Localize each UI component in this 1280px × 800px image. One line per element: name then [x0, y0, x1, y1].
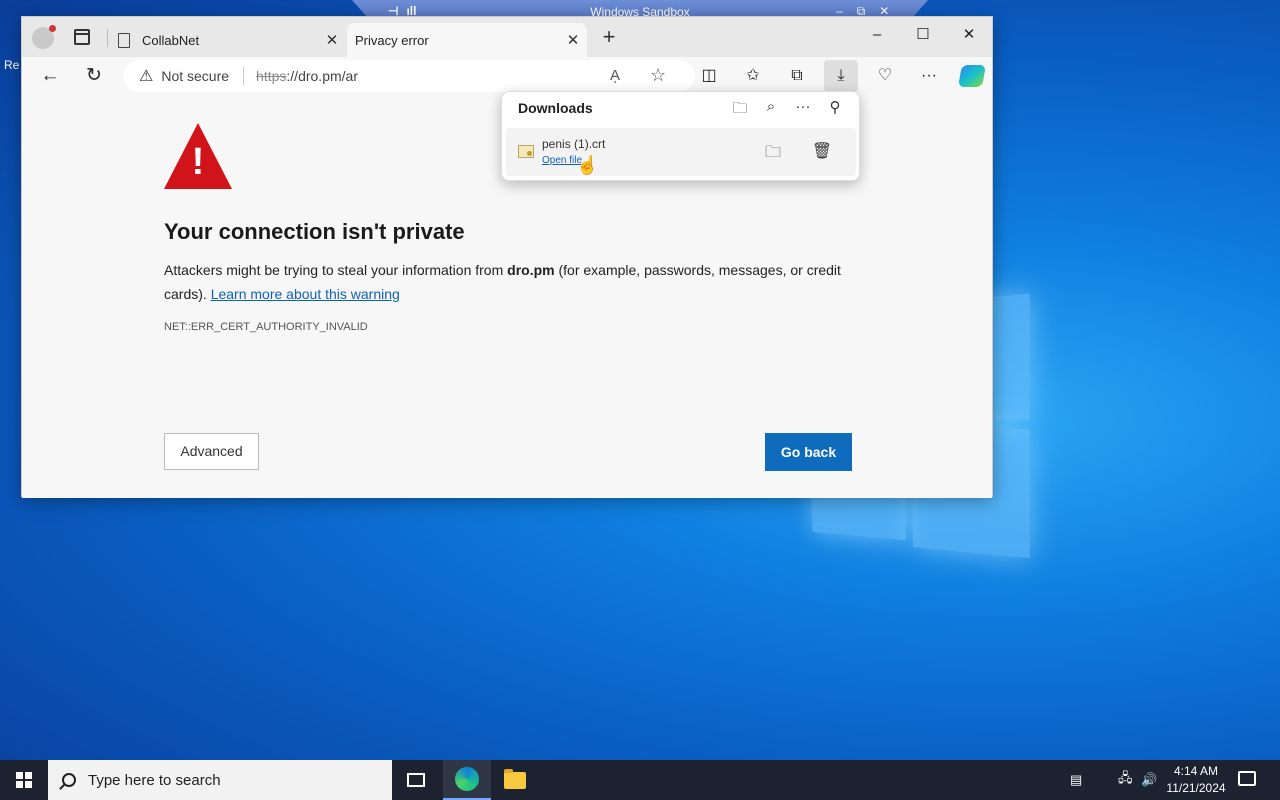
notification-icon[interactable] — [1238, 771, 1256, 786]
downloads-flyout: Downloads 🗀 ⌕ ··· ⚲ penis (1).crt Open f… — [501, 91, 860, 181]
tab-label: CollabNet — [142, 32, 200, 48]
collections-icon[interactable]: ⧉ — [786, 65, 808, 87]
tab-separator — [107, 29, 108, 47]
taskbar-search-input[interactable]: Type here to search — [48, 760, 392, 800]
error-description: Attackers might be trying to steal your … — [164, 258, 864, 306]
show-in-folder-icon[interactable]: 🗀 — [762, 141, 784, 168]
pin-icon[interactable]: ⚲ — [825, 98, 845, 116]
warning-exclamation: ! — [191, 141, 205, 183]
address-divider — [243, 67, 245, 85]
delete-icon[interactable]: 🗑 — [811, 141, 833, 161]
download-item[interactable]: penis (1).crt Open file 🗀 🗑 — [506, 128, 856, 176]
read-aloud-icon[interactable]: Aͅ — [610, 67, 620, 84]
warning-icon[interactable]: ⚠ — [139, 66, 153, 86]
task-view-button[interactable] — [392, 760, 440, 800]
more-menu-icon[interactable]: ··· — [918, 65, 940, 87]
learn-more-link[interactable]: Learn more about this warning — [211, 286, 400, 302]
not-secure-label[interactable]: Not secure — [161, 68, 229, 84]
window-controls: – ☐ ✕ — [854, 17, 992, 57]
tab-strip: CollabNet ✕ Privacy error ✕ + – ☐ ✕ — [22, 17, 992, 57]
folder-icon — [504, 768, 526, 789]
browser-toolbar: ← ↻ ⚠ Not secure https ://dro.pm/ar Aͅ ☆… — [22, 57, 992, 95]
search-icon — [62, 773, 76, 787]
error-heading: Your connection isn't private — [164, 219, 465, 244]
back-button[interactable]: ← — [38, 64, 62, 88]
go-back-button[interactable]: Go back — [765, 433, 852, 471]
search-icon[interactable]: ⌕ — [761, 98, 781, 115]
taskbar-file-explorer-button[interactable] — [491, 760, 539, 800]
tab-privacy-error[interactable]: Privacy error ✕ — [347, 23, 587, 57]
tab-actions-icon[interactable] — [74, 29, 90, 45]
tab-collabnet[interactable]: CollabNet ✕ — [112, 23, 346, 57]
browser-essentials-icon[interactable]: ♡ — [874, 65, 896, 87]
network-icon[interactable]: 🖧 — [1118, 760, 1133, 800]
favorites-icon[interactable]: ✩ — [742, 65, 764, 87]
edge-icon — [455, 767, 479, 791]
clock-date: 11/21/2024 — [1166, 781, 1226, 795]
url-text: ://dro.pm/ar — [286, 68, 358, 84]
close-button[interactable]: ✕ — [946, 17, 992, 57]
downloads-icon[interactable]: ⤓ — [824, 60, 858, 92]
tab-close-button[interactable]: ✕ — [322, 31, 342, 49]
new-tab-button[interactable]: + — [597, 26, 621, 48]
page-icon — [118, 32, 130, 48]
favorite-star-icon[interactable]: ☆ — [650, 65, 666, 86]
advanced-button[interactable]: Advanced — [164, 433, 259, 470]
tab-close-button[interactable]: ✕ — [563, 31, 583, 49]
desc-domain: dro.pm — [507, 262, 555, 278]
refresh-button[interactable]: ↻ — [82, 64, 106, 88]
certificate-file-icon — [518, 145, 534, 158]
news-icon[interactable]: ▤ — [1070, 760, 1082, 800]
start-button[interactable] — [0, 760, 48, 800]
address-bar[interactable]: ⚠ Not secure https ://dro.pm/ar Aͅ ☆ — [123, 60, 695, 92]
task-view-icon — [407, 773, 425, 787]
desktop-icon-label: Re — [4, 58, 20, 72]
desc-text: Attackers might be trying to steal your … — [164, 262, 508, 278]
taskbar-clock[interactable]: 4:14 AM 11/21/2024 — [1158, 763, 1234, 797]
profile-avatar-icon[interactable] — [32, 25, 56, 49]
error-code: NET::ERR_CERT_AUTHORITY_INVALID — [164, 321, 368, 333]
more-options-icon[interactable]: ··· — [793, 98, 813, 115]
edge-browser-window: CollabNet ✕ Privacy error ✕ + – ☐ ✕ ← ↻ … — [21, 16, 993, 498]
copilot-icon[interactable] — [958, 65, 986, 87]
taskbar-edge-button[interactable] — [443, 760, 491, 800]
taskbar: Type here to search ▤ 🖧 🔊 4:14 AM 11/21/… — [0, 760, 1280, 800]
clock-time: 4:14 AM — [1173, 764, 1219, 778]
maximize-button[interactable]: ☐ — [900, 17, 946, 57]
hand-cursor-icon: ☝ — [576, 155, 599, 175]
open-downloads-folder-icon[interactable]: 🗀 — [730, 98, 750, 123]
search-placeholder: Type here to search — [88, 771, 221, 789]
minimize-button[interactable]: – — [854, 17, 900, 57]
tab-label: Privacy error — [355, 32, 429, 48]
split-screen-icon[interactable]: ◫ — [698, 65, 720, 87]
url-protocol: https — [256, 68, 287, 84]
volume-icon[interactable]: 🔊 — [1141, 760, 1157, 800]
downloads-title: Downloads — [518, 100, 593, 116]
download-file-name: penis (1).crt — [542, 137, 606, 151]
